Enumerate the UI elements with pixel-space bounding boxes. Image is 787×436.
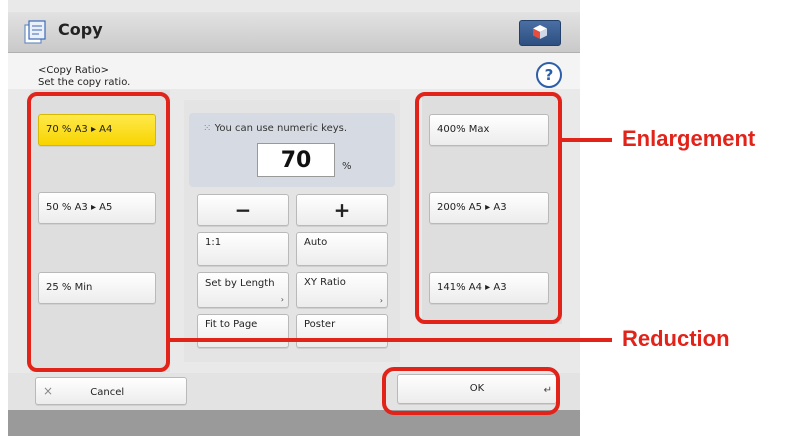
keypad-icon: ⁙ — [203, 123, 215, 134]
cancel-label: Cancel — [90, 387, 125, 398]
window-title: Copy — [58, 20, 103, 39]
home-button[interactable] — [519, 20, 561, 46]
poster-button[interactable]: Poster — [296, 314, 388, 348]
header: <Copy Ratio> Set the copy ratio. ? — [8, 53, 580, 89]
set-by-length-button[interactable]: Set by Length › — [197, 272, 289, 308]
numeric-keys-hint: ⁙ You can use numeric keys. — [203, 123, 348, 134]
copy-icon — [22, 17, 48, 45]
set-by-length-label: Set by Length — [205, 278, 275, 289]
reduction-label: Reduction — [622, 326, 730, 351]
title-bar: Copy — [8, 12, 580, 53]
increase-button[interactable]: + — [296, 194, 388, 226]
enlargement-leader-line — [562, 138, 612, 142]
reduction-highlight — [27, 92, 170, 372]
ok-highlight — [382, 367, 560, 415]
fit-to-page-button[interactable]: Fit to Page — [197, 314, 289, 348]
section-title: <Copy Ratio> — [38, 65, 109, 76]
submenu-arrow-icon: › — [379, 296, 383, 305]
auto-button[interactable]: Auto — [296, 232, 388, 266]
ratio-value-field[interactable]: 70 — [257, 143, 335, 177]
one-to-one-button[interactable]: 1:1 — [197, 232, 289, 266]
instruction-text: Set the copy ratio. — [38, 77, 131, 87]
enlargement-label: Enlargement — [622, 126, 756, 151]
decrease-button[interactable]: − — [197, 194, 289, 226]
cube-icon — [533, 25, 547, 39]
xy-ratio-button[interactable]: XY Ratio › — [296, 272, 388, 308]
ratio-unit: % — [342, 161, 352, 172]
submenu-arrow-icon: › — [280, 295, 284, 304]
enlargement-highlight — [415, 92, 562, 324]
close-icon: × — [43, 384, 54, 398]
reduction-leader-line — [170, 338, 612, 342]
help-button[interactable]: ? — [536, 62, 562, 88]
xy-ratio-label: XY Ratio — [304, 277, 346, 288]
cancel-button[interactable]: × Cancel — [35, 377, 187, 405]
numeric-entry-box: ⁙ You can use numeric keys. 70 % — [189, 113, 395, 187]
